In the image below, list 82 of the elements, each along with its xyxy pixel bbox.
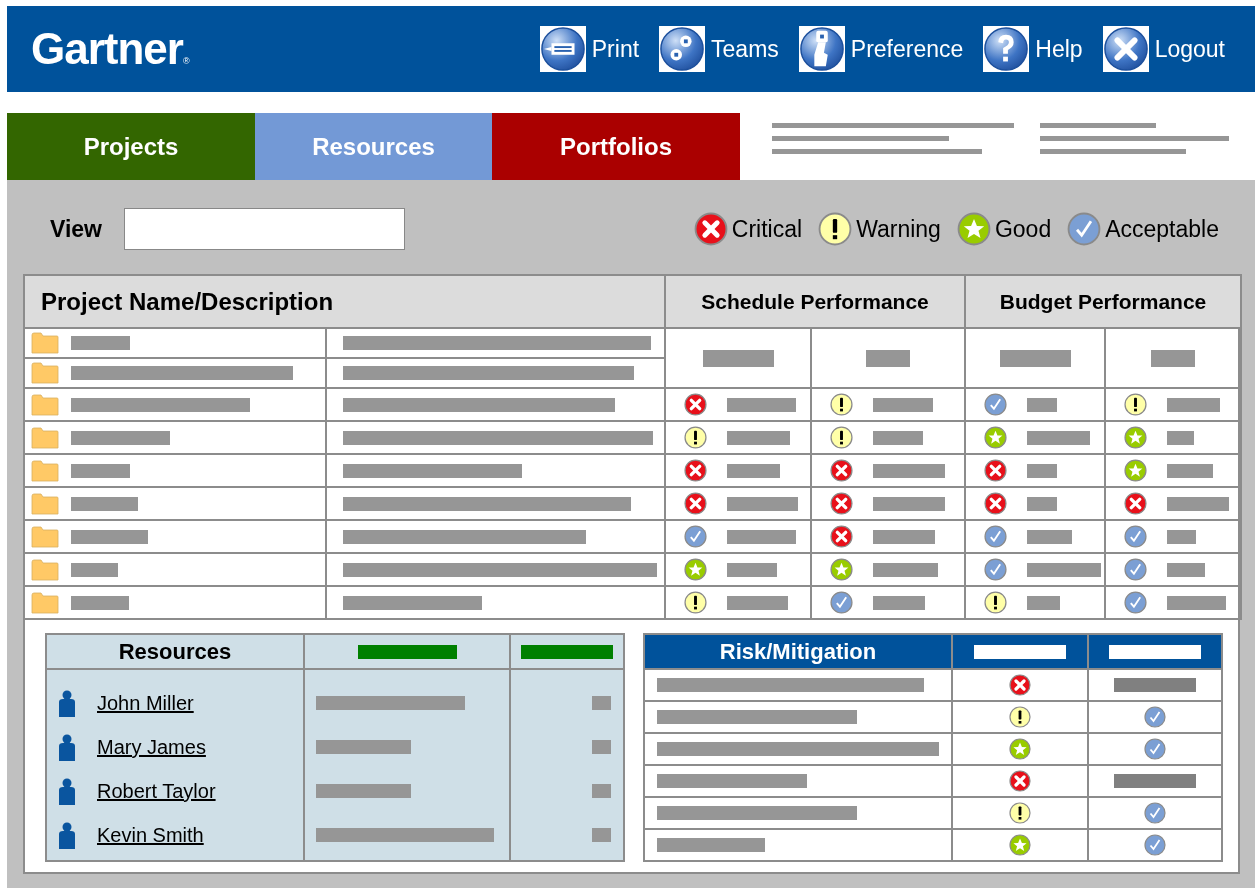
placeholder-bar [1167, 496, 1229, 511]
placeholder-bar [1167, 397, 1220, 412]
folder-icon [31, 492, 59, 515]
placeholder-bar [71, 463, 130, 478]
placeholder-bar [1027, 397, 1057, 412]
folder-icon [31, 459, 59, 482]
view-label: View [50, 214, 102, 244]
logo: Gartner [31, 27, 183, 71]
placeholder-bar [1027, 496, 1057, 511]
column-header: Resources [46, 634, 304, 669]
placeholder-bar [866, 349, 910, 367]
preference-icon [798, 26, 845, 72]
nav-link[interactable]: Print [539, 26, 640, 72]
legend-label: Warning [856, 214, 941, 244]
placeholder-bar [1027, 529, 1072, 544]
placeholder-bar [873, 463, 945, 478]
registered-mark: ® [182, 56, 190, 68]
nav-link[interactable]: Help [983, 26, 1083, 72]
nav-link[interactable]: Preference [798, 26, 964, 72]
person-link[interactable]: Kevin Smith [97, 820, 204, 850]
placeholder-bar [873, 595, 925, 610]
person-link[interactable]: Mary James [97, 732, 206, 762]
folder-icon [31, 591, 59, 614]
folder-icon [31, 525, 59, 548]
legend-label: Acceptable [1105, 214, 1219, 244]
person-link[interactable]: John Miller [97, 688, 194, 718]
legend-label: Critical [731, 214, 803, 244]
column-header: Budget Performance [965, 275, 1241, 328]
placeholder-bar [999, 349, 1071, 367]
person-link[interactable]: Robert Taylor [97, 776, 216, 806]
placeholder-bar [71, 496, 138, 511]
placeholder-bar [592, 696, 611, 710]
nav-link[interactable]: Logout [1102, 26, 1225, 72]
placeholder-bar [727, 562, 777, 577]
placeholder-bar [71, 595, 129, 610]
person-icon [57, 689, 77, 717]
person-icon [57, 733, 77, 761]
column-header: Project Name/Description [24, 275, 665, 328]
placeholder-bar [1151, 349, 1195, 367]
legend-label: Good [994, 214, 1052, 244]
tab[interactable]: Portfolios [492, 113, 740, 180]
placeholder-bar [873, 562, 938, 577]
placeholder-bar [727, 496, 798, 511]
placeholder-bar [71, 562, 118, 577]
placeholder-bar [1167, 529, 1196, 544]
placeholder-bar [592, 828, 611, 842]
placeholder-bar [1027, 463, 1057, 478]
folder-icon [31, 558, 59, 581]
folder-icon [31, 362, 59, 384]
folder-icon [31, 426, 59, 449]
placeholder-bar [1167, 430, 1194, 445]
placeholder-bar [873, 496, 945, 511]
placeholder-bar [592, 784, 611, 798]
help-icon [983, 26, 1030, 72]
tab[interactable]: Projects [7, 113, 255, 180]
view-field[interactable] [124, 208, 405, 250]
placeholder-bar [727, 397, 796, 412]
print-icon [539, 26, 586, 72]
placeholder-bar [727, 529, 796, 544]
placeholder-bar [727, 430, 790, 445]
person-icon [57, 821, 77, 849]
placeholder-bar [702, 349, 774, 367]
nav-link[interactable]: Teams [659, 26, 779, 72]
placeholder-bar [873, 397, 933, 412]
placeholder-bar [1167, 463, 1213, 478]
column-header: Risk/Mitigation [644, 634, 952, 669]
folder-icon [31, 332, 59, 354]
placeholder-bar [1027, 595, 1060, 610]
logout-icon [1102, 26, 1149, 72]
placeholder-bar [1167, 595, 1226, 610]
placeholder-bar [727, 463, 780, 478]
placeholder-bar [727, 595, 788, 610]
placeholder-bar [1027, 430, 1090, 445]
teams-icon [659, 26, 706, 72]
column-header: Schedule Performance [665, 275, 965, 328]
placeholder-bar [873, 529, 935, 544]
folder-icon [31, 393, 59, 416]
placeholder-bar [1167, 562, 1205, 577]
placeholder-bar [71, 336, 130, 350]
person-icon [57, 777, 77, 805]
placeholder-bar [873, 430, 923, 445]
placeholder-bar [592, 740, 611, 754]
